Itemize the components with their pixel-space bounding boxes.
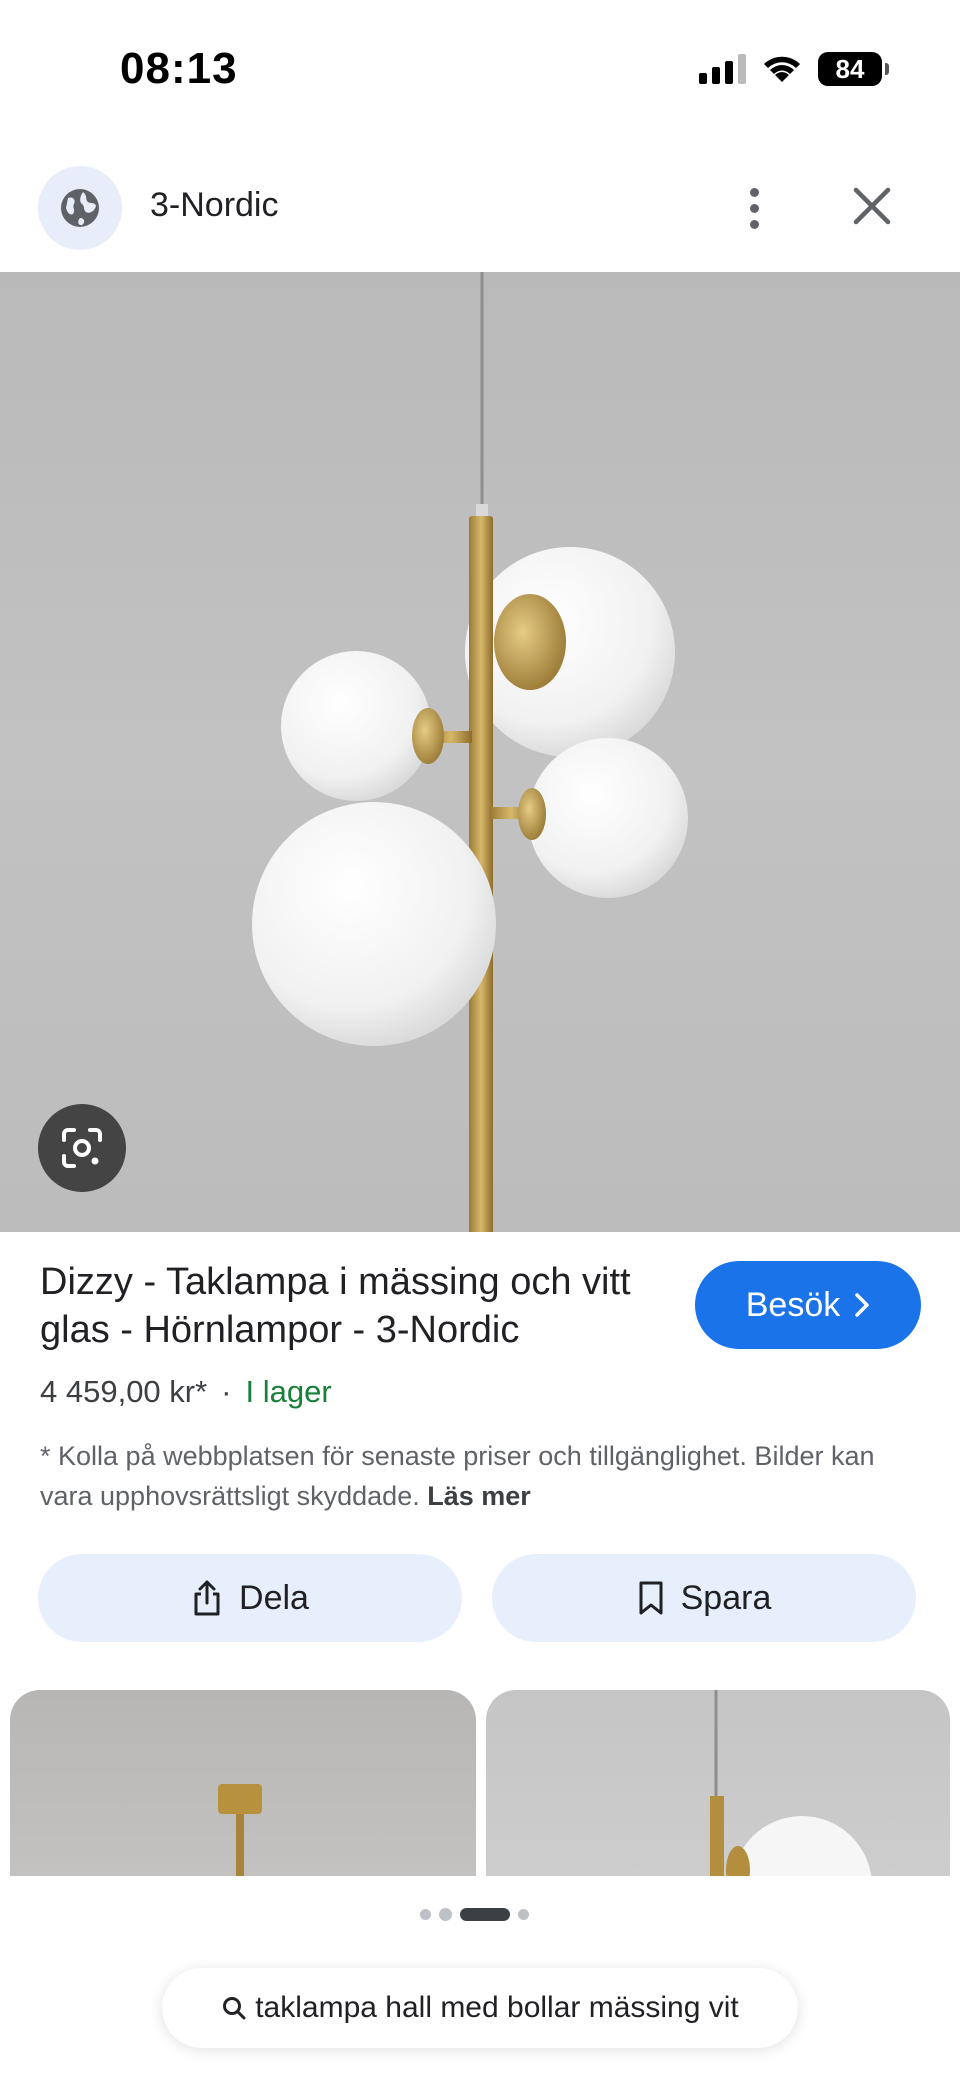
share-button[interactable]: Dela: [38, 1554, 462, 1642]
carousel-dot-active[interactable]: [460, 1908, 510, 1921]
google-lens-button[interactable]: [38, 1104, 126, 1192]
save-button[interactable]: Spara: [492, 1554, 916, 1642]
price: 4 459,00 kr*: [40, 1374, 208, 1409]
search-query: taklampa hall med bollar mässing vit: [255, 1991, 739, 2024]
close-icon[interactable]: [848, 182, 896, 230]
status-icons: 84: [699, 52, 889, 86]
wifi-icon: [764, 56, 800, 82]
more-vertical-icon: [749, 187, 759, 197]
site-name[interactable]: 3-Nordic: [150, 186, 278, 225]
visit-button[interactable]: Besök: [695, 1261, 921, 1349]
carousel-dot[interactable]: [420, 1909, 431, 1920]
more-options-button[interactable]: [734, 182, 774, 234]
carousel-dot[interactable]: [518, 1909, 529, 1920]
carousel-dot[interactable]: [439, 1908, 452, 1921]
stock-status: I lager: [245, 1374, 332, 1409]
read-more-link[interactable]: Läs mer: [427, 1481, 531, 1511]
related-lamp-illustration: [710, 1690, 872, 1876]
pendant-lamp-illustration: [252, 272, 688, 1232]
share-label: Dela: [239, 1578, 309, 1617]
search-icon: [223, 1997, 246, 2020]
battery-icon: 84: [818, 52, 889, 86]
product-title[interactable]: Dizzy - Taklampa i mässing och vitt glas…: [40, 1258, 660, 1354]
bottom-bar: taklampa hall med bollar mässing vit: [0, 1876, 960, 2081]
search-query-pill[interactable]: taklampa hall med bollar mässing vit: [162, 1968, 798, 2048]
site-favicon: [38, 166, 122, 250]
globe-icon: [61, 189, 99, 227]
chevron-right-icon: [855, 1293, 869, 1317]
status-time: 08:13: [120, 44, 238, 93]
disclaimer: * Kolla på webbplatsen för senaste prise…: [40, 1436, 920, 1516]
status-bar: 08:13 84: [0, 0, 960, 140]
cellular-signal-icon: [699, 54, 746, 84]
related-image[interactable]: [10, 1690, 476, 1876]
product-image[interactable]: [0, 272, 960, 1232]
related-lamp-illustration: [218, 1784, 262, 1876]
lens-icon: [62, 1128, 102, 1168]
save-label: Spara: [680, 1578, 772, 1617]
bookmark-icon: [639, 1581, 663, 1615]
price-row: 4 459,00 kr* · I lager: [40, 1374, 332, 1410]
visit-button-label: Besök: [745, 1285, 841, 1324]
separator-dot: ·: [221, 1374, 232, 1409]
carousel-indicator: [420, 1908, 529, 1921]
related-image[interactable]: [486, 1690, 950, 1876]
share-icon: [194, 1580, 220, 1616]
site-header: 3-Nordic: [0, 160, 960, 270]
